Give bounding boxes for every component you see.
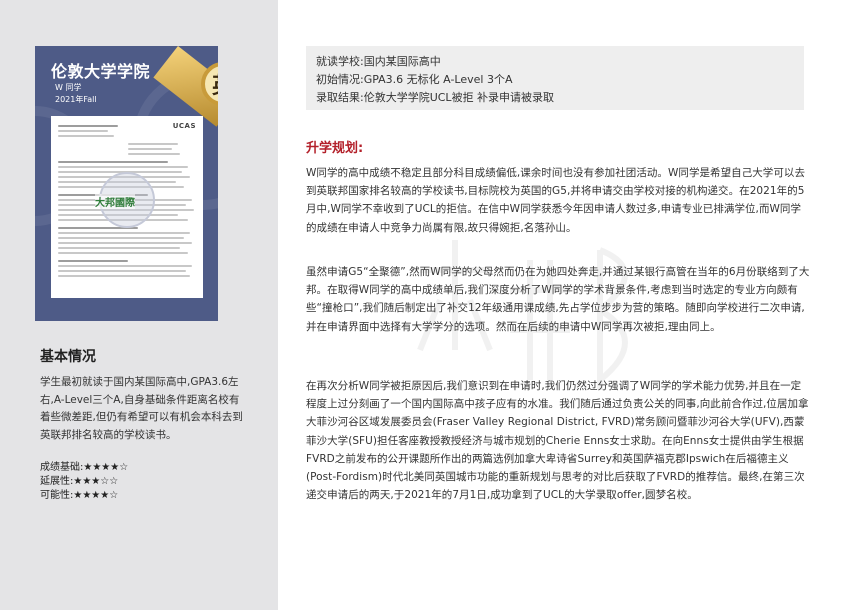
basic-info-title: 基本情况 (40, 349, 96, 365)
star-rating: ★★★★☆ (83, 462, 129, 473)
basic-info-description: 学生最初就读于国内某国际高中,GPA3.6左右,A-Level三个A,自身基础条… (40, 376, 243, 441)
cover-title: 伦敦大学学院 (51, 62, 151, 81)
plan-paragraph: 虽然申请G5“全聚德”,然而W同学的父母然而仍在为她四处奔走,并通过某银行高管在… (306, 266, 810, 333)
case-cover-image: 伦敦大学学院 W 同学 2021年Fall 英 UCAS (35, 46, 218, 321)
sidebar: 伦敦大学学院 W 同学 2021年Fall 英 UCAS (0, 0, 278, 610)
info-school: 就读学校:国内某国际高中 (316, 55, 441, 68)
cover-student: W 同学 (55, 83, 82, 92)
rating-possibility: 可能性:★★★★☆ (40, 490, 119, 501)
star-rating: ★★★★☆ (73, 490, 119, 501)
offer-letter-thumbnail: UCAS 大邦國際 (51, 116, 203, 298)
rating-extensibility: 延展性:★★★☆☆ (40, 476, 119, 487)
rating-list: 成绩基础:★★★★☆ 延展性:★★★☆☆ 可能性:★★★★☆ (40, 461, 128, 503)
watermark-logo: 大邦國際 (95, 194, 135, 209)
plan-title: 升学规划: (306, 141, 364, 156)
cover-term: 2021年Fall (55, 95, 97, 104)
case-info-box: 就读学校:国内某国际高中 初始情况:GPA3.6 无标化 A-Level 3个A… (306, 46, 804, 110)
info-initial: 初始情况:GPA3.6 无标化 A-Level 3个A (316, 73, 513, 86)
star-rating: ★★★☆☆ (73, 476, 119, 487)
rating-grades: 成绩基础:★★★★☆ (40, 462, 129, 473)
plan-paragraph: 在再次分析W同学被拒原因后,我们意识到在申请时,我们仍然过分强调了W同学的学术能… (306, 380, 809, 502)
info-result: 录取结果:伦敦大学学院UCL被拒 补录申请被录取 (316, 91, 555, 104)
ucas-logo: UCAS (172, 122, 196, 130)
plan-paragraph: W同学的高中成绩不稳定且部分科目成绩偏低,课余时间也没有参加社团活动。W同学是希… (306, 167, 805, 234)
